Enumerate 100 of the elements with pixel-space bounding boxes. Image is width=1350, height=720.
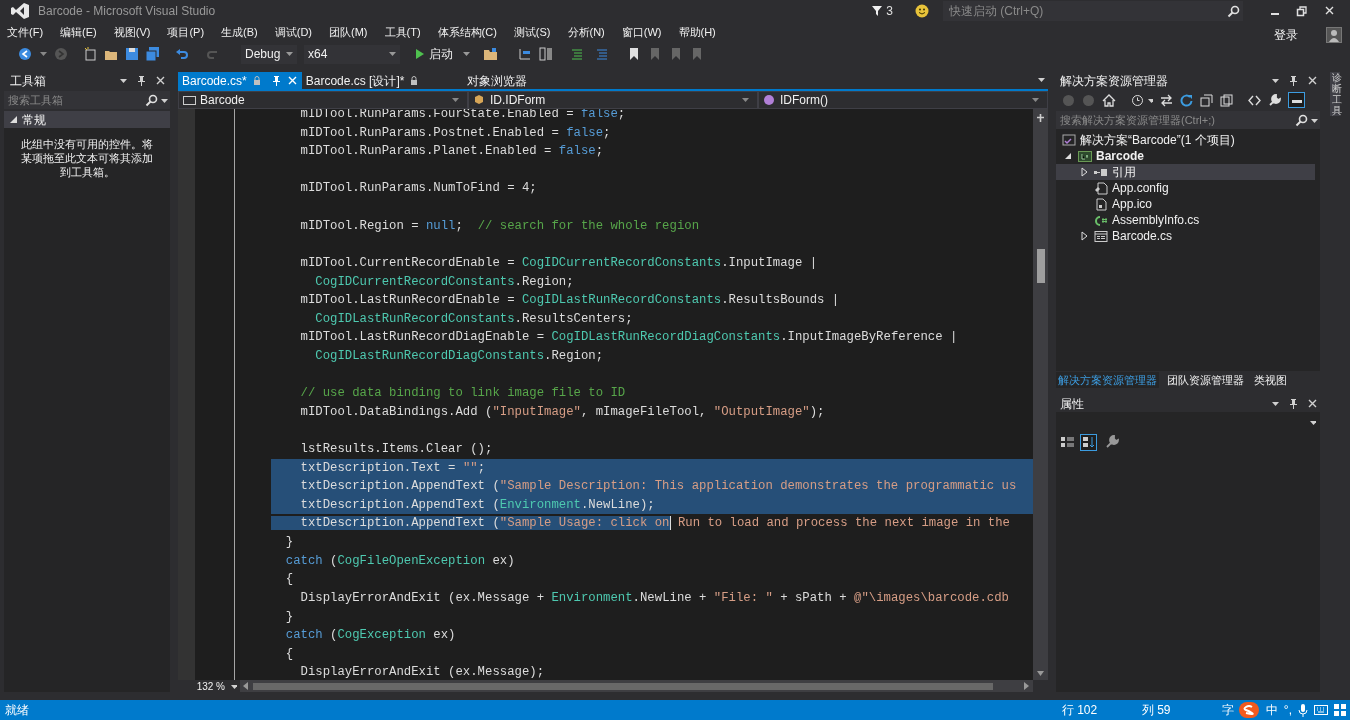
input-mode-toggle[interactable]: 中 [1265,701,1278,719]
undo-icon[interactable] [175,47,189,61]
keyboard-icon[interactable] [1314,704,1328,716]
code-line: catch (CogException ex) [284,627,457,645]
menu-item[interactable]: 分析(N) [567,23,605,41]
menu-item[interactable]: 帮助(H) [678,23,716,41]
document-tab[interactable]: Barcode.cs* [178,72,302,89]
menu-item[interactable]: 生成(B) [221,23,258,41]
list-indent-icon[interactable] [518,47,532,61]
copy-files-icon[interactable] [1220,93,1233,107]
preview-toggle-icon[interactable] [1288,92,1305,108]
pin-icon[interactable] [136,74,147,87]
collapse-all-icon[interactable] [1200,93,1213,107]
solution-icon [1062,133,1076,147]
quick-launch-field[interactable]: 快速启动 (Ctrl+Q) [943,1,1223,21]
tree-item[interactable]: 解决方案“Barcode”(1 个项目) [1056,132,1315,148]
toolbox-search-field[interactable]: 搜索工具箱 [4,91,144,109]
collapsed-triangle-icon[interactable] [1078,166,1090,178]
document-tab[interactable]: Barcode.cs [设计]* [301,72,424,89]
microphone-icon[interactable] [1298,703,1308,717]
menu-item[interactable]: 项目(P) [167,23,205,41]
start-button[interactable]: 启动 [413,44,455,64]
tree-item-label: 解决方案“Barcode”(1 个项目) [1080,132,1235,149]
tab-list-caret-icon[interactable] [1037,75,1046,85]
collapsed-triangle-icon[interactable] [1078,230,1090,242]
split-panel-icon[interactable] [539,47,553,61]
document-tab[interactable]: 对象浏览器 [463,72,532,89]
close-icon[interactable] [1324,5,1336,17]
restore-icon[interactable] [1296,5,1308,17]
caret-icon[interactable] [39,49,47,59]
platform-dropdown[interactable]: x64 [304,44,400,64]
toolbox-group-header[interactable]: 常规 [4,111,170,128]
menu-item[interactable]: 调试(D) [274,23,312,41]
code-brackets-icon[interactable] [1248,93,1261,107]
tree-item[interactable]: Barcode [1056,148,1315,164]
save-icon[interactable] [125,47,139,61]
sign-in-link[interactable]: 登录 [1274,26,1298,44]
pin-icon[interactable] [1288,397,1299,410]
tree-item[interactable]: Barcode.cs [1056,228,1315,244]
grid-menu-icon[interactable] [1334,704,1346,716]
module-icon [473,93,486,107]
scrollbar-thumb[interactable] [1036,249,1045,283]
panel-tab[interactable]: 解决方案资源管理器 [1056,372,1159,388]
tree-item[interactable]: App.config [1056,180,1315,196]
navigation-dropdown[interactable]: IDForm() [758,91,1048,109]
comment-lines-icon[interactable] [570,47,584,61]
sort-alphabetical-icon[interactable] [1080,433,1097,451]
close-icon[interactable] [155,75,166,86]
close-icon[interactable] [1307,398,1318,409]
scrollbar-thumb[interactable] [253,682,993,690]
caret-icon[interactable] [160,91,170,109]
tree-item[interactable]: 引用 [1056,164,1315,180]
menu-item[interactable]: 团队(M) [329,23,368,41]
user-avatar-icon[interactable] [1326,27,1342,43]
scroll-right-icon[interactable] [1024,682,1030,690]
pin-icon[interactable] [1288,74,1299,87]
wrench-icon[interactable] [1105,435,1119,449]
folder-find-icon[interactable] [483,47,499,61]
history-clock-icon[interactable] [1131,93,1144,107]
input-method-logo-icon[interactable] [1237,701,1260,719]
caret-icon[interactable] [1310,111,1320,129]
bookmark-icon[interactable] [628,47,640,61]
menu-item[interactable]: 测试(S) [513,23,551,41]
menu-item[interactable]: 视图(V) [113,23,151,41]
close-icon[interactable] [286,75,298,86]
close-icon[interactable] [1307,75,1318,86]
zoom-dropdown[interactable]: 132 % [178,678,240,694]
caret-icon[interactable] [1147,96,1153,104]
navigation-dropdown[interactable]: ID.IDForm [468,91,758,109]
solution-search-field[interactable]: 搜索解决方案资源管理器(Ctrl+;) [1056,111,1294,129]
save-all-icon[interactable] [146,47,160,61]
menu-item[interactable]: 编辑(E) [60,23,97,41]
punctuation-toggle[interactable]: °, [1283,701,1292,719]
scroll-left-icon[interactable] [243,682,249,690]
caret-icon [451,95,459,105]
tree-item[interactable]: App.ico [1056,196,1315,212]
menu-item[interactable]: 工具(T) [384,23,421,41]
new-item-icon[interactable] [83,47,97,61]
code-line: mIDTool.RunParams.NumToFind = 4; [299,180,538,198]
side-tab[interactable]: 诊断工具 [1330,72,1340,116]
categorized-icon[interactable] [1060,434,1076,450]
play-icon [415,48,425,60]
caret-icon[interactable] [462,49,470,59]
menu-item[interactable]: 体系结构(C) [437,23,497,41]
search-icon[interactable] [1223,1,1243,21]
panel-tab[interactable]: 团队资源管理器 [1165,372,1246,388]
panel-tab[interactable]: 类视图 [1252,372,1289,388]
split-handle-icon[interactable] [1036,113,1045,123]
configuration-dropdown[interactable]: Debug [241,44,297,64]
menu-item[interactable]: 窗口(W) [621,23,662,41]
tree-item[interactable]: AssemblyInfo.cs [1056,212,1315,228]
scroll-down-icon[interactable] [1036,670,1045,678]
refresh-icon[interactable] [1180,93,1193,107]
pin-icon[interactable] [270,74,282,87]
sync-arrows-icon[interactable] [1160,93,1173,107]
navigation-dropdown[interactable]: Barcode [178,91,468,109]
smiley-face-icon[interactable] [915,4,929,18]
notification-flag-icon[interactable] [871,5,884,17]
menu-item[interactable]: 文件(F) [7,23,44,41]
home-icon[interactable] [1102,93,1116,107]
